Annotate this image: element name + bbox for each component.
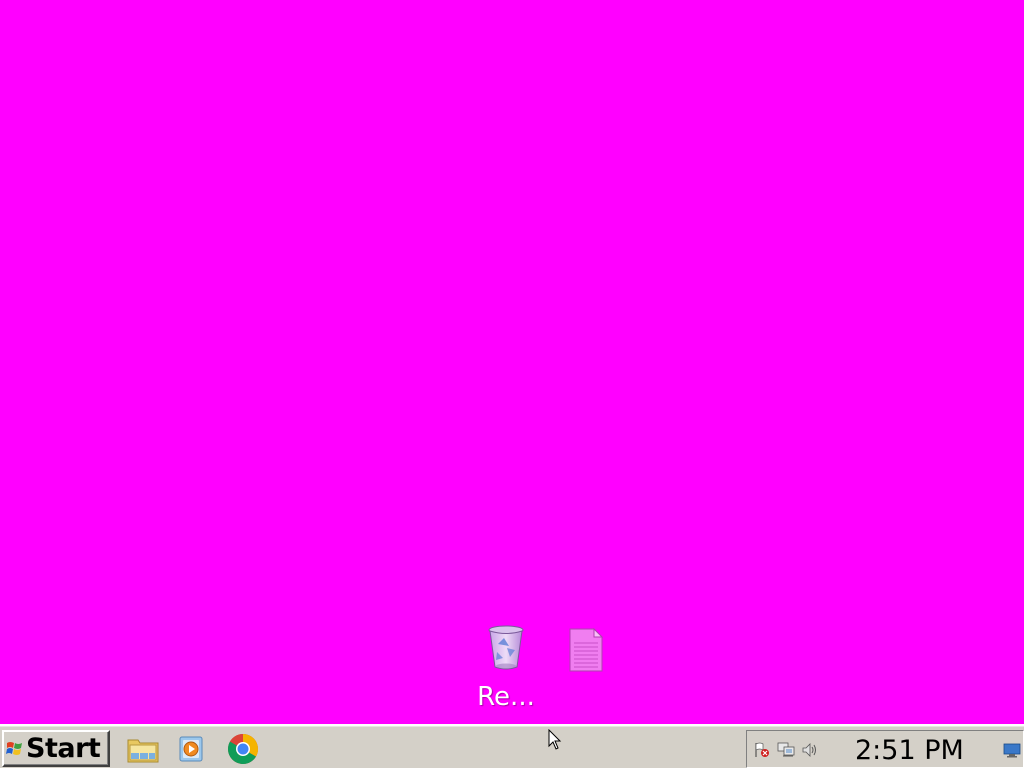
quick-launch-file-explorer[interactable]: [125, 732, 161, 766]
desktop-icon-text-document[interactable]: [550, 626, 620, 684]
mouse-cursor-icon: [548, 729, 562, 750]
desktop[interactable]: Re...: [0, 0, 1024, 724]
windows-logo-icon: [6, 741, 22, 755]
taskbar: Start 2:51 PM: [0, 724, 1024, 768]
system-tray: 2:51 PM: [746, 730, 1024, 768]
desktop-icon-recycle-bin[interactable]: Re...: [471, 624, 541, 712]
chrome-icon: [227, 734, 258, 765]
text-document-icon: [569, 627, 604, 672]
clock[interactable]: 2:51 PM: [855, 735, 964, 766]
file-explorer-icon: [127, 739, 159, 763]
desktop-icon-label: Re...: [477, 682, 535, 712]
show-desktop-icon[interactable]: [1003, 743, 1021, 758]
quick-launch-media-player[interactable]: [173, 732, 209, 766]
quick-launch-chrome[interactable]: [225, 732, 261, 766]
network-icon[interactable]: [777, 742, 795, 758]
start-label: Start: [26, 733, 101, 764]
start-button[interactable]: Start: [2, 730, 110, 767]
media-player-icon: [179, 736, 203, 762]
recycle-bin-icon: [488, 625, 524, 670]
volume-icon[interactable]: [801, 742, 819, 758]
action-center-flag-icon[interactable]: [753, 742, 771, 758]
